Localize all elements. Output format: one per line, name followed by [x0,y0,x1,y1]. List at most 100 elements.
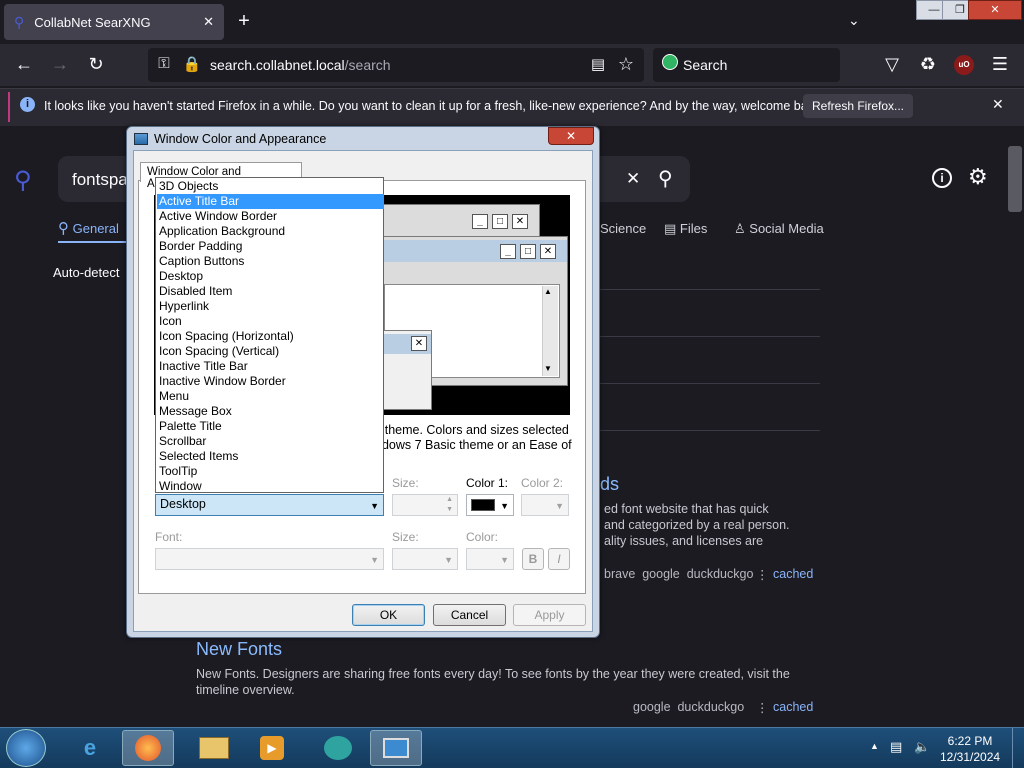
firefox-taskbar-icon[interactable] [122,730,174,766]
result-snippet-line: timeline overview. [196,683,295,697]
apply-button[interactable]: Apply [513,604,586,626]
reload-icon[interactable]: ↻ [84,54,108,75]
start-button-icon[interactable] [6,729,46,767]
item-combobox[interactable]: Desktop ▼ [155,494,384,516]
tab-close-icon[interactable]: ✕ [203,14,214,30]
lock-icon[interactable]: 🔒 [180,55,204,73]
volume-tray-icon[interactable]: 🔈 [914,739,930,755]
extensions-icon[interactable]: ♻ [916,54,940,75]
dialog-title: Window Color and Appearance [154,132,327,146]
dropdown-item[interactable]: Hyperlink [157,299,384,314]
font-combobox[interactable]: ▼ [155,548,384,570]
dropdown-arrow-icon: ▼ [500,501,509,511]
search-engine-icon[interactable] [662,54,678,70]
media-player-icon[interactable]: ▶ [246,730,298,766]
kebab-menu-icon[interactable]: ⋮ [756,567,769,582]
browser-tab[interactable]: ⚲ CollabNet SearXNG ✕ [4,4,224,40]
dropdown-item[interactable]: Selected Items [157,449,384,464]
clear-query-icon[interactable]: ✕ [626,169,640,189]
tab-files[interactable]: ▤ Files [664,221,707,237]
search-icon[interactable]: ⚲ [658,166,673,191]
color2-picker[interactable]: ▼ [521,494,569,516]
files-icon: ▤ [664,221,677,236]
dropdown-item[interactable]: Inactive Title Bar [157,359,384,374]
cached-link[interactable]: cached [773,700,813,714]
dropdown-item[interactable]: ToolTip [157,464,384,479]
dropdown-item[interactable]: Menu [157,389,384,404]
searxng-favicon-icon: ⚲ [14,13,25,30]
dropdown-item[interactable]: Scrollbar [157,434,384,449]
dropdown-item[interactable]: Window [157,479,384,494]
preferences-gear-icon[interactable]: ⚙ [968,164,988,190]
about-info-icon[interactable]: i [932,168,952,188]
ok-button[interactable]: OK [352,604,425,626]
dropdown-item[interactable]: Inactive Window Border [157,374,384,389]
dialog-close-button[interactable]: ✕ [548,127,594,145]
ublock-icon[interactable]: uO [954,55,974,75]
searxng-logo-icon[interactable]: ⚲ [14,166,32,195]
cancel-button[interactable]: Cancel [433,604,506,626]
pocket-icon[interactable]: ▽ [880,54,904,75]
kebab-menu-icon[interactable]: ⋮ [756,700,769,715]
network-tray-icon[interactable]: ▤ [890,739,902,755]
color1-swatch [471,499,495,511]
italic-button[interactable]: I [548,548,570,570]
url-text[interactable]: search.collabnet.local/search [210,57,391,73]
font-size-combobox[interactable]: ▼ [392,548,458,570]
dropdown-item[interactable]: Message Box [157,404,384,419]
refresh-firefox-button[interactable]: Refresh Firefox... [803,94,913,118]
tab-list-chevron-icon[interactable]: ⌄ [848,12,860,29]
size-spinner[interactable]: ▲ ▼ [392,494,458,516]
language-autodetect[interactable]: Auto-detect [53,265,120,280]
show-desktop-button[interactable] [1012,728,1024,768]
preview-close-icon: ✕ [540,244,556,259]
play-icon: ▶ [260,736,284,760]
bookmark-star-icon[interactable]: ☆ [614,54,638,75]
network-app-icon[interactable] [312,730,364,766]
display-settings-taskbar-icon[interactable] [370,730,422,766]
tab-social-label: Social Media [749,221,824,236]
reader-view-icon[interactable]: ▤ [586,55,610,73]
font-color-picker[interactable]: ▼ [466,548,514,570]
preview-close-icon: ✕ [411,336,427,351]
shield-icon[interactable]: ⚿ [152,55,176,72]
page-scrollbar-thumb[interactable] [1008,146,1022,212]
result-title[interactable]: ds [600,474,619,495]
tray-expand-icon[interactable]: ▲ [870,741,879,751]
dropdown-item[interactable]: Active Title Bar [157,194,384,209]
tab-general-label: General [72,221,119,236]
tab-social-media[interactable]: ♙ Social Media [734,221,824,237]
new-tab-button[interactable]: + [232,10,256,33]
dropdown-arrow-icon: ▼ [555,501,564,511]
search-box[interactable] [653,48,840,82]
dropdown-item[interactable]: Caption Buttons [157,254,384,269]
color1-picker[interactable]: ▼ [466,494,514,516]
bold-button[interactable]: B [522,548,544,570]
dropdown-item[interactable]: 3D Objects [157,179,384,194]
tab-files-label: Files [679,221,708,236]
dropdown-item[interactable]: Disabled Item [157,284,384,299]
query-text[interactable]: fontspa [72,170,128,190]
dropdown-item[interactable]: Border Padding [157,239,384,254]
file-explorer-icon[interactable] [188,730,240,766]
dropdown-item[interactable]: Active Window Border [157,209,384,224]
globe-icon [324,736,352,760]
back-arrow-icon[interactable]: ← [12,54,36,75]
dropdown-arrow-icon: ▼ [370,555,379,565]
dropdown-item[interactable]: Application Background [157,224,384,239]
dropdown-item[interactable]: Icon [157,314,384,329]
forward-arrow-icon[interactable]: → [48,54,72,75]
dropdown-item[interactable]: Desktop [157,269,384,284]
window-close-button[interactable]: ✕ [968,0,1022,20]
result-title[interactable]: New Fonts [196,639,282,660]
menu-icon[interactable]: ☰ [988,54,1012,75]
item-dropdown-list: 3D Objects Active Title Bar Active Window … [155,177,384,493]
taskbar-clock[interactable]: 6:22 PM 12/31/2024 [940,733,1000,765]
internet-explorer-icon[interactable]: e [64,730,116,766]
dropdown-item[interactable]: Palette Title [157,419,384,434]
cached-link[interactable]: cached [773,567,813,581]
notification-close-icon[interactable]: ✕ [992,96,1004,113]
dropdown-item[interactable]: Icon Spacing (Vertical) [157,344,384,359]
tab-science[interactable]: Science [600,221,646,236]
dropdown-item[interactable]: Icon Spacing (Horizontal) [157,329,384,344]
